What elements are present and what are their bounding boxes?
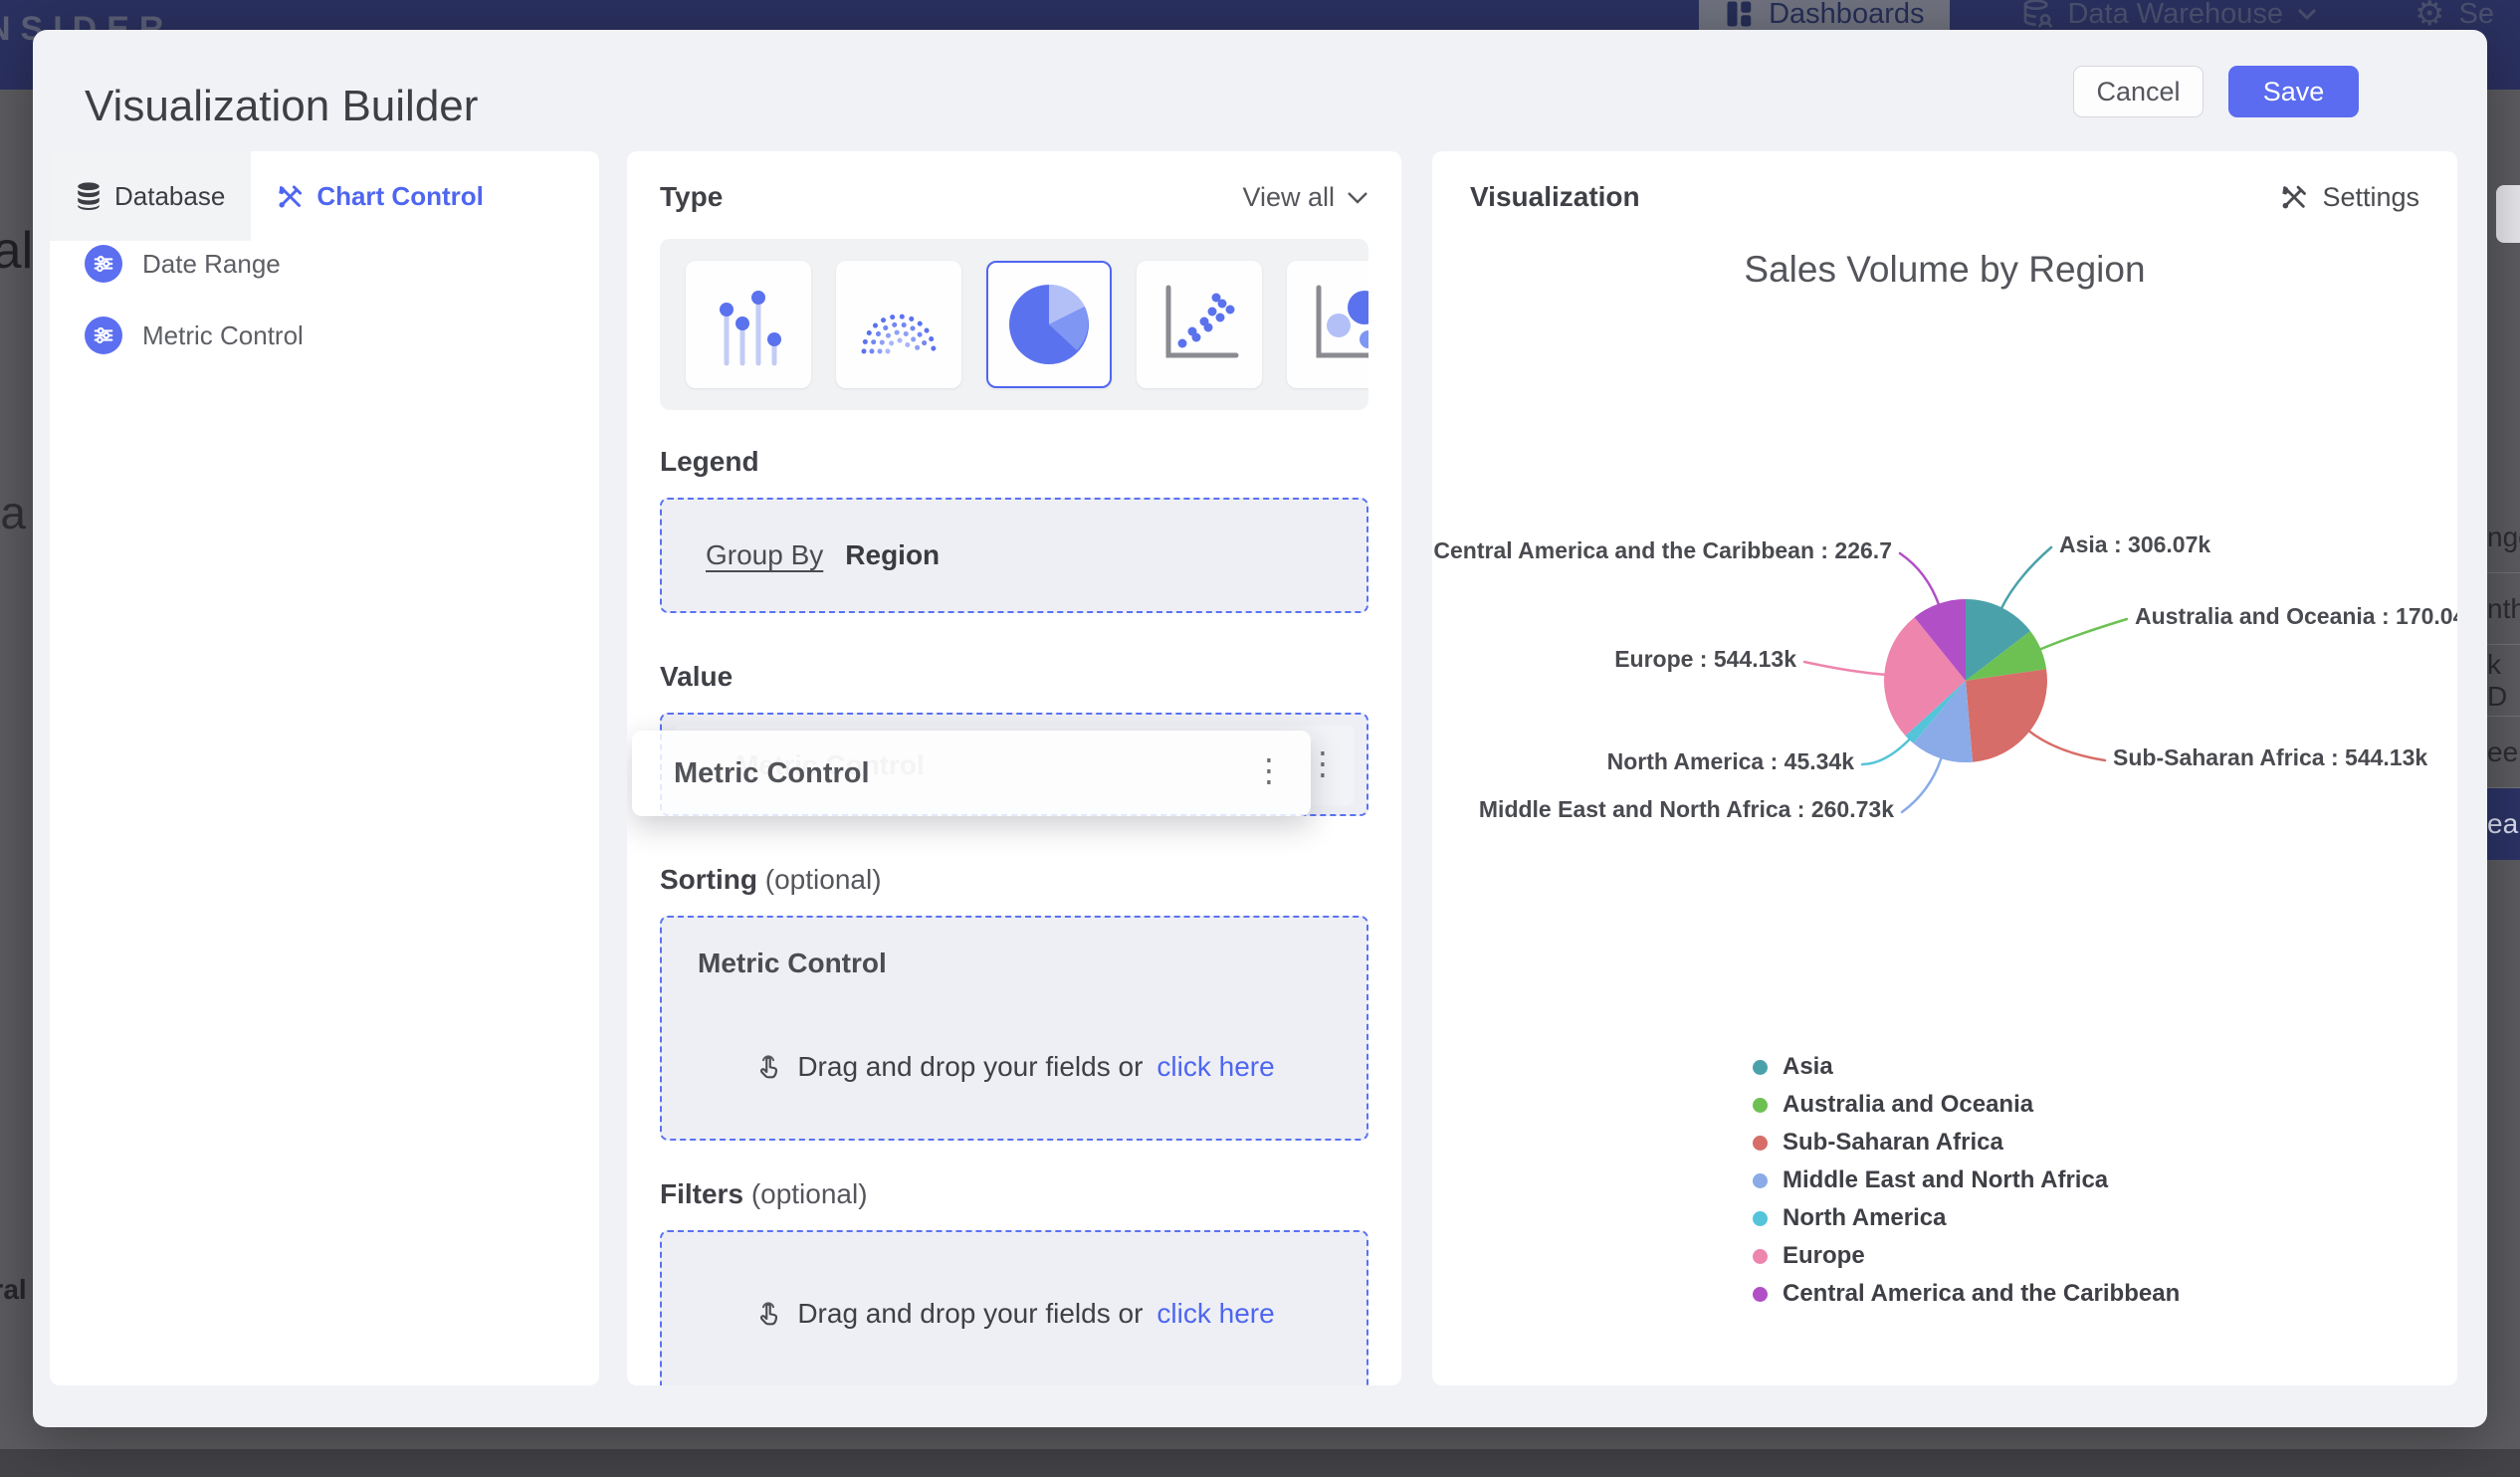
chart-type-arc[interactable] bbox=[836, 261, 961, 388]
bubble-chart-icon bbox=[1316, 285, 1368, 358]
modal-title: Visualization Builder bbox=[85, 82, 479, 130]
legend-section-label: Legend bbox=[660, 446, 759, 477]
chart-type-scatter[interactable] bbox=[1137, 261, 1262, 388]
value-section-label: Value bbox=[660, 661, 734, 692]
tools-icon bbox=[279, 184, 303, 208]
chart-type-strip bbox=[660, 239, 1368, 410]
legend-item[interactable]: Asia bbox=[1753, 1053, 2180, 1080]
click-here-link[interactable]: click here bbox=[1156, 1051, 1274, 1083]
legend-color-dot bbox=[1753, 1097, 1768, 1113]
chart-type-pie[interactable] bbox=[986, 261, 1112, 388]
sidebar-item-metric-control[interactable]: Metric Control bbox=[85, 313, 599, 358]
legend-item-label: North America bbox=[1783, 1204, 1947, 1231]
group-by-value: Region bbox=[845, 539, 941, 570]
background-menu-item: nth bbox=[2487, 573, 2520, 645]
group-by-label[interactable]: Group By bbox=[706, 539, 823, 571]
sorting-section-label: Sorting (optional) bbox=[660, 864, 882, 895]
pie-slice-label: Central America and the Caribbean : 226.… bbox=[1433, 537, 1892, 563]
tab-database[interactable]: Database bbox=[50, 151, 252, 241]
lollipop-chart-icon bbox=[720, 291, 781, 366]
chart-legend: Asia Australia and Oceania Sub-Saharan Afr… bbox=[1753, 1053, 2181, 1307]
chevron-down-icon bbox=[2297, 8, 2317, 20]
legend-item[interactable]: Middle East and North Africa bbox=[1753, 1166, 2180, 1193]
background-heading-fragment: Sal bbox=[0, 222, 34, 280]
tab-database-label: Database bbox=[114, 180, 226, 211]
legend-color-dot bbox=[1753, 1135, 1768, 1151]
kebab-menu-icon[interactable]: ⋮ bbox=[1253, 754, 1285, 786]
legend-color-dot bbox=[1753, 1059, 1768, 1075]
legend-item[interactable]: Australia and Oceania bbox=[1753, 1091, 2180, 1118]
legend-item-label: Middle East and North Africa bbox=[1783, 1166, 2109, 1193]
gear-icon: ⚙ bbox=[2415, 0, 2445, 34]
value-chip-label: Metric Control bbox=[674, 756, 870, 789]
legend-item-label: Central America and the Caribbean bbox=[1783, 1280, 2181, 1307]
sorting-chip-label[interactable]: Metric Control bbox=[698, 948, 1331, 979]
background-menu-item-selected: ear bbox=[2487, 788, 2520, 860]
background-subheading-fragment: ota bbox=[0, 487, 26, 538]
tab-chart-control[interactable]: Chart Control bbox=[251, 151, 510, 241]
chart-builder-panel: Type View all Legend Group By Region Val… bbox=[627, 151, 1401, 1385]
pie-slice-label: Asia : 306.07k bbox=[2059, 531, 2211, 557]
visualization-builder-modal: Visualization Builder Cancel Save Databa… bbox=[33, 30, 2487, 1427]
sidebar-item-label: Date Range bbox=[142, 248, 281, 279]
value-dropzone[interactable]: Metric Control ⋮ Metric Control ⋮ bbox=[632, 713, 1368, 816]
pie-chart-icon bbox=[1009, 284, 1089, 364]
sliders-icon bbox=[85, 316, 122, 354]
scatter-chart-icon bbox=[1165, 285, 1239, 358]
database-icon bbox=[78, 182, 100, 210]
value-chip-dragging[interactable]: Metric Control ⋮ bbox=[632, 731, 1311, 816]
visualization-panel: Visualization Settings Sales Volume by R… bbox=[1432, 151, 2457, 1385]
background-bottom-band bbox=[0, 1449, 2520, 1477]
dashboards-icon bbox=[1727, 1, 1752, 27]
pie-slice-label: Middle East and North Africa : 260.73k bbox=[1478, 796, 1894, 822]
legend-item-label: Asia bbox=[1783, 1053, 1833, 1080]
pie-slice-label: Sub-Saharan Africa : 544.13k bbox=[2113, 744, 2428, 770]
legend-color-dot bbox=[1753, 1286, 1768, 1302]
tap-hand-icon bbox=[760, 1302, 778, 1326]
sorting-dropzone[interactable]: Metric Control Drag and drop your fields… bbox=[660, 916, 1368, 1141]
legend-color-dot bbox=[1753, 1248, 1768, 1264]
filters-dropzone[interactable]: Drag and drop your fields or click here bbox=[660, 1230, 1368, 1385]
background-footer-fragment: ntral bbox=[0, 1274, 27, 1305]
legend-dropzone[interactable]: Group By Region bbox=[660, 498, 1368, 613]
drop-instruction: Drag and drop your fields or bbox=[797, 1298, 1144, 1329]
background-card-fragment bbox=[2496, 185, 2520, 243]
tab-chart-control-label: Chart Control bbox=[316, 180, 484, 211]
pie-slice-label: North America : 45.34k bbox=[1606, 748, 1854, 774]
cancel-button[interactable]: Cancel bbox=[2073, 66, 2204, 117]
click-here-link[interactable]: click here bbox=[1156, 1298, 1274, 1330]
pie-slice-label: Europe : 544.13k bbox=[1614, 646, 1796, 672]
kebab-menu-icon[interactable]: ⋮ bbox=[1307, 747, 1339, 779]
legend-item[interactable]: Sub-Saharan Africa bbox=[1753, 1129, 2180, 1156]
legend-color-dot bbox=[1753, 1210, 1768, 1226]
chart-type-lollipop[interactable] bbox=[686, 261, 811, 388]
chart-type-bubble[interactable] bbox=[1287, 261, 1368, 388]
background-menu-item: k D bbox=[2487, 645, 2520, 717]
control-sidebar-panel: Database Chart Control Date Range Metric… bbox=[50, 151, 599, 1385]
legend-item[interactable]: North America bbox=[1753, 1204, 2180, 1231]
legend-item-label: Europe bbox=[1783, 1242, 1865, 1269]
sliders-icon bbox=[85, 245, 122, 283]
legend-item[interactable]: Europe bbox=[1753, 1242, 2180, 1269]
chevron-down-icon bbox=[1348, 191, 1367, 204]
drop-instruction: Drag and drop your fields or bbox=[797, 1051, 1144, 1082]
view-all-dropdown[interactable]: View all bbox=[1242, 182, 1368, 213]
legend-color-dot bbox=[1753, 1172, 1768, 1188]
pie-slice-label: Australia and Oceania : 170.04k bbox=[2135, 603, 2457, 629]
save-button[interactable]: Save bbox=[2228, 66, 2359, 117]
legend-item[interactable]: Central America and the Caribbean bbox=[1753, 1280, 2181, 1307]
background-menu-item: eek bbox=[2487, 717, 2520, 788]
tap-hand-icon bbox=[760, 1055, 778, 1079]
legend-item-label: Australia and Oceania bbox=[1783, 1091, 2034, 1118]
type-section-label: Type bbox=[660, 181, 724, 212]
sidebar-tabs: Database Chart Control bbox=[50, 151, 599, 241]
arc-chart-icon bbox=[861, 314, 937, 354]
sidebar-item-label: Metric Control bbox=[142, 319, 304, 350]
background-menu-item: nge bbox=[2487, 502, 2520, 573]
legend-item-label: Sub-Saharan Africa bbox=[1783, 1129, 2003, 1156]
filters-section-label: Filters (optional) bbox=[660, 1178, 868, 1209]
sidebar-item-date-range[interactable]: Date Range bbox=[85, 241, 599, 287]
data-warehouse-icon bbox=[2024, 0, 2053, 28]
